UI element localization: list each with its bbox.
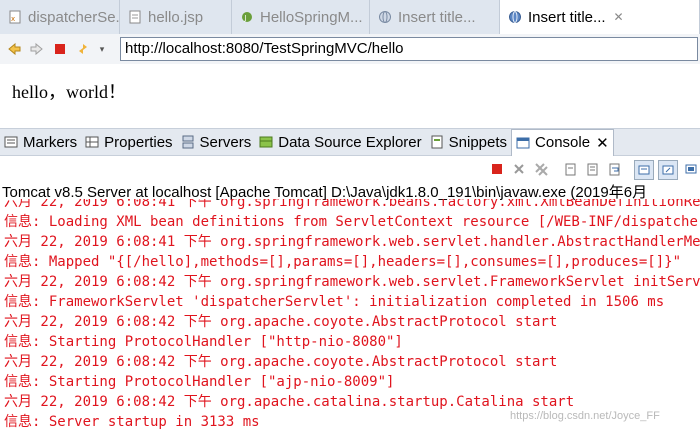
editor-tab-hellospringmvc[interactable]: J HelloSpringM...: [232, 0, 370, 34]
forward-arrow-icon[interactable]: [28, 40, 46, 58]
console-output[interactable]: 六月 22, 2019 6:08:41 下午 org.springframewo…: [0, 199, 700, 438]
console-line: 信息: Starting ProtocolHandler ["ajp-nio-8…: [4, 374, 395, 390]
close-icon[interactable]: ✕: [614, 10, 624, 24]
markers-icon: [4, 135, 18, 149]
tab-label: Markers: [23, 133, 78, 151]
console-line: 信息: Server startup in 3133 ms: [4, 414, 260, 430]
tab-label: Servers: [199, 133, 252, 151]
editor-tab-label: Insert title...: [528, 8, 606, 26]
console-line: 六月 22, 2019 6:08:42 下午 org.apache.coyote…: [4, 314, 558, 330]
tab-console[interactable]: Console ✕: [511, 128, 614, 156]
tab-label: Properties: [104, 133, 173, 151]
snippets-icon: [430, 135, 444, 149]
console-line: 六月 22, 2019 6:08:42 下午 org.apache.coyote…: [4, 354, 558, 370]
display-selected-console-icon[interactable]: [682, 160, 700, 178]
editor-tab-label: dispatcherSe...: [28, 8, 120, 26]
editor-tab-label: hello.jsp: [148, 8, 204, 26]
console-line: 信息: Mapped "{[/hello],methods=[],params=…: [4, 254, 682, 270]
editor-tab-hello-jsp[interactable]: hello.jsp: [120, 0, 232, 34]
tab-markers[interactable]: Markers: [0, 129, 81, 155]
tab-servers[interactable]: Servers: [177, 129, 256, 155]
properties-icon: [85, 135, 99, 149]
web-browser-icon: [378, 10, 392, 24]
back-arrow-icon[interactable]: [5, 40, 23, 58]
view-tab-bar: Markers Properties Servers Data Source E…: [0, 128, 700, 156]
java-file-icon: J: [240, 10, 254, 24]
tab-data-source-explorer[interactable]: Data Source Explorer: [255, 129, 425, 155]
xml-file-icon: x: [8, 10, 22, 24]
console-line: 六月 22, 2019 6:08:42 下午 org.apache.catali…: [4, 394, 575, 410]
svg-text:J: J: [244, 14, 247, 22]
console-line: 信息: FrameworkServlet 'dispatcherServlet'…: [4, 294, 665, 310]
editor-tab-dispatcher[interactable]: x dispatcherSe...: [0, 0, 120, 34]
editor-tab-bar: x dispatcherSe... hello.jsp J HelloSprin…: [0, 0, 700, 35]
console-toolbar: [0, 156, 700, 182]
tab-properties[interactable]: Properties: [81, 129, 176, 155]
show-console-icon[interactable]: [658, 160, 678, 180]
tab-label: Data Source Explorer: [278, 133, 422, 151]
svg-text:x: x: [11, 15, 15, 23]
editor-tab-label: HelloSpringM...: [260, 8, 363, 26]
close-icon[interactable]: ✕: [596, 134, 609, 152]
remove-all-icon[interactable]: [532, 160, 550, 178]
tab-snippets[interactable]: Snippets: [426, 129, 511, 155]
console-line: 六月 22, 2019 6:08:42 下午 org.springframewo…: [4, 274, 700, 290]
console-icon: [516, 136, 530, 150]
console-line: 信息: Loading XML bean definitions from Se…: [4, 214, 700, 230]
stop-icon[interactable]: [51, 40, 69, 58]
clear-console-icon[interactable]: [562, 160, 580, 178]
console-line: 六月 22, 2019 6:08:41 下午 org.springframewo…: [4, 199, 700, 210]
editor-tab-insert-title-1[interactable]: Insert title...: [370, 0, 500, 34]
data-source-icon: [259, 135, 273, 149]
tab-label: Console: [535, 134, 591, 151]
refresh-icon[interactable]: [74, 40, 92, 58]
servers-icon: [181, 135, 195, 149]
scroll-lock-icon[interactable]: [584, 160, 602, 178]
page-content-text: hello，world！: [12, 82, 126, 102]
watermark: https://blog.csdn.net/Joyce_FF: [510, 410, 660, 422]
word-wrap-icon[interactable]: [606, 160, 624, 178]
pin-console-icon[interactable]: [634, 160, 654, 180]
chevron-down-icon[interactable]: ▾: [97, 40, 107, 58]
remove-launch-icon[interactable]: [510, 160, 528, 178]
editor-tab-label: Insert title...: [398, 8, 476, 26]
console-line: 六月 22, 2019 6:08:41 下午 org.springframewo…: [4, 234, 700, 250]
terminate-icon[interactable]: [488, 160, 506, 178]
jsp-file-icon: [128, 10, 142, 24]
tab-label: Snippets: [448, 133, 508, 151]
web-browser-icon: [508, 10, 522, 24]
url-input[interactable]: http://localhost:8080/TestSpringMVC/hell…: [120, 37, 698, 61]
editor-tab-insert-title-2[interactable]: Insert title... ✕: [500, 0, 700, 34]
console-line: 信息: Starting ProtocolHandler ["http-nio-…: [4, 334, 403, 350]
